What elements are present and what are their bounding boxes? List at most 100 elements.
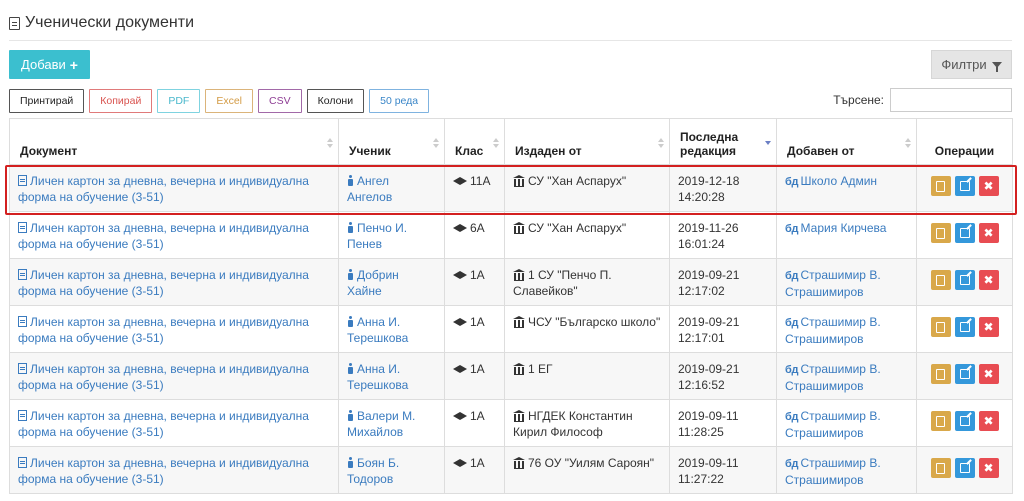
cell-last-edit: 2019-09-21 12:17:02 — [669, 258, 777, 306]
column-header-last-edit[interactable]: Последна редакция — [669, 118, 777, 165]
document-icon — [18, 222, 27, 233]
pdf-download-button[interactable] — [930, 270, 951, 290]
issued-by-value: НГДЕК Константин Кирил Философ — [513, 409, 633, 439]
edit-button[interactable] — [954, 411, 975, 431]
class-value: 11А — [470, 174, 491, 188]
page-header: Ученически документи — [9, 12, 194, 34]
edit-button[interactable] — [954, 364, 975, 384]
columns-button[interactable]: Колони — [306, 89, 365, 113]
edit-button[interactable] — [954, 176, 975, 196]
added-by-link[interactable]: Страшимир В. Страшимиров — [785, 409, 881, 440]
pdf-export-button[interactable]: PDF — [157, 89, 201, 113]
student-icon — [347, 175, 354, 186]
added-by-link[interactable]: Страшимир В. Страшимиров — [785, 315, 881, 346]
column-header-issued-by[interactable]: Издаден от — [504, 118, 670, 165]
school-building-icon — [513, 316, 525, 328]
search-input[interactable] — [890, 88, 1012, 112]
cell-added-by: бд Мария Кирчева — [776, 211, 917, 259]
search-label: Търсене: — [833, 93, 884, 107]
edit-icon — [959, 369, 970, 379]
added-by-link[interactable]: Школо Админ — [801, 174, 878, 188]
delete-x-icon: ✖ — [983, 226, 994, 240]
copy-button[interactable]: Копирай — [89, 89, 153, 113]
cell-operations: ✖ — [916, 446, 1013, 494]
edit-date: 2019-09-11 — [678, 409, 739, 423]
pdf-download-button[interactable] — [930, 364, 951, 384]
cell-student: Добрин Хайне — [338, 258, 445, 306]
delete-button[interactable]: ✖ — [978, 317, 999, 337]
table-header-row: Документ Ученик Клас Издаден от Последна… — [9, 118, 1013, 165]
class-value: 1А — [470, 268, 485, 282]
document-link[interactable]: Личен картон за дневна, вечерна и индиви… — [18, 362, 309, 392]
graduation-cap-icon — [453, 224, 467, 233]
delete-button[interactable]: ✖ — [978, 411, 999, 431]
student-link[interactable]: Анна И. Терешкова — [347, 315, 408, 345]
student-link[interactable]: Пенчо И. Пенев — [347, 221, 407, 251]
delete-button[interactable]: ✖ — [978, 458, 999, 478]
delete-button[interactable]: ✖ — [978, 364, 999, 384]
edit-date: 2019-09-21 — [678, 268, 740, 282]
column-header-student[interactable]: Ученик — [338, 118, 445, 165]
table-row: Личен картон за дневна, вечерна и индиви… — [9, 446, 1013, 494]
class-value: 6А — [470, 221, 485, 235]
print-button[interactable]: Принтирай — [9, 89, 85, 113]
delete-button[interactable]: ✖ — [978, 223, 999, 243]
cell-student: Анна И. Терешкова — [338, 352, 445, 400]
pdf-download-button[interactable] — [930, 458, 951, 478]
cell-last-edit: 2019-09-21 12:16:52 — [669, 352, 777, 400]
cell-student: Боян Б. Тодоров — [338, 446, 445, 494]
filter-button[interactable]: Филтри — [931, 50, 1012, 79]
pdf-download-button[interactable] — [930, 317, 951, 337]
column-header-class[interactable]: Клас — [444, 118, 505, 165]
cell-class: 1А — [444, 305, 505, 353]
cell-added-by: бд Страшимир В. Страшимиров — [776, 399, 917, 447]
document-link[interactable]: Личен картон за дневна, вечерна и индиви… — [18, 221, 309, 251]
plus-icon: + — [69, 56, 78, 73]
column-header-document[interactable]: Документ — [9, 118, 339, 165]
column-header-added-by[interactable]: Добавен от — [776, 118, 917, 165]
issued-by-value: 1 ЕГ — [528, 362, 553, 376]
excel-export-button[interactable]: Excel — [205, 89, 254, 113]
delete-x-icon: ✖ — [983, 179, 994, 193]
student-link[interactable]: Анна И. Терешкова — [347, 362, 408, 392]
pdf-download-button[interactable] — [930, 176, 951, 196]
cell-document: Личен картон за дневна, вечерна и индиви… — [9, 258, 339, 306]
student-link[interactable]: Валери М. Михайлов — [347, 409, 415, 439]
user-icon: бд — [785, 364, 799, 376]
pdf-download-button[interactable] — [930, 411, 951, 431]
added-by-link[interactable]: Мария Кирчева — [801, 221, 887, 235]
csv-export-button[interactable]: CSV — [258, 89, 302, 113]
document-link[interactable]: Личен картон за дневна, вечерна и индиви… — [18, 456, 309, 486]
table-row: Личен картон за дневна, вечерна и индиви… — [9, 211, 1013, 259]
delete-button[interactable]: ✖ — [978, 270, 999, 290]
cell-issued-by: 76 ОУ "Уилям Сароян" — [504, 446, 670, 494]
edit-button[interactable] — [954, 458, 975, 478]
edit-time: 12:17:02 — [678, 284, 725, 298]
document-link[interactable]: Личен картон за дневна, вечерна и индиви… — [18, 315, 309, 345]
document-link[interactable]: Личен картон за дневна, вечерна и индиви… — [18, 268, 309, 298]
edit-button[interactable] — [954, 223, 975, 243]
file-pdf-icon — [936, 227, 945, 239]
cell-issued-by: 1 СУ "Пенчо П. Славейков" — [504, 258, 670, 306]
add-button[interactable]: Добави + — [9, 50, 90, 79]
pdf-download-button[interactable] — [930, 223, 951, 243]
cell-class: 1А — [444, 399, 505, 447]
added-by-link[interactable]: Страшимир В. Страшимиров — [785, 456, 881, 487]
document-link[interactable]: Личен картон за дневна, вечерна и индиви… — [18, 409, 309, 439]
delete-button[interactable]: ✖ — [978, 176, 999, 196]
class-value: 1А — [470, 456, 485, 470]
student-icon — [347, 316, 354, 327]
document-link[interactable]: Личен картон за дневна, вечерна и индиви… — [18, 174, 309, 204]
edit-icon — [959, 463, 970, 473]
edit-button[interactable] — [954, 317, 975, 337]
edit-button[interactable] — [954, 270, 975, 290]
added-by-link[interactable]: Страшимир В. Страшимиров — [785, 362, 881, 393]
student-link[interactable]: Боян Б. Тодоров — [347, 456, 399, 486]
student-icon — [347, 457, 354, 468]
page-length-button[interactable]: 50 реда — [369, 89, 430, 113]
cell-operations: ✖ — [916, 211, 1013, 259]
added-by-link[interactable]: Страшимир В. Страшимиров — [785, 268, 881, 299]
student-link[interactable]: Добрин Хайне — [347, 268, 399, 298]
user-icon: бд — [785, 223, 799, 235]
funnel-icon — [991, 61, 1002, 72]
